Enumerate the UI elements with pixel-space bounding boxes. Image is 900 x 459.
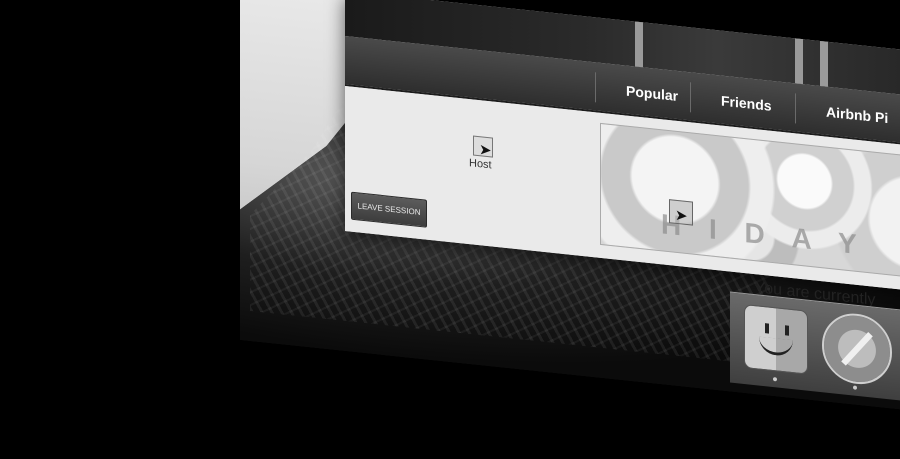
stool-leg — [635, 21, 643, 68]
safari-icon[interactable] — [822, 310, 892, 388]
mouse-cursor-icon: ➤ — [479, 141, 492, 160]
remote-cursor-icon: ➤ — [675, 206, 688, 226]
monitor-screen: Popular Friends Airbnb Pi ➤ Host LEAVE S… — [240, 0, 900, 456]
stool-leg — [795, 38, 803, 85]
finder-smile — [759, 336, 793, 358]
finder-eye — [785, 325, 789, 336]
host-label: Host — [469, 157, 492, 172]
nav-friends[interactable]: Friends — [690, 82, 772, 121]
nav-popular[interactable]: Popular — [595, 72, 679, 112]
leave-session-button[interactable]: LEAVE SESSION — [351, 191, 427, 228]
finder-running-indicator — [773, 377, 777, 382]
finder-eye — [765, 323, 769, 334]
nav-airbnb[interactable]: Airbnb Pi — [795, 93, 889, 134]
safari-compass-needle — [841, 332, 873, 366]
finder-icon[interactable] — [744, 303, 808, 375]
safari-running-indicator — [853, 385, 857, 390]
shared-video-panel: H I D A Y ➤ — [600, 122, 900, 284]
stool-leg — [820, 40, 828, 87]
